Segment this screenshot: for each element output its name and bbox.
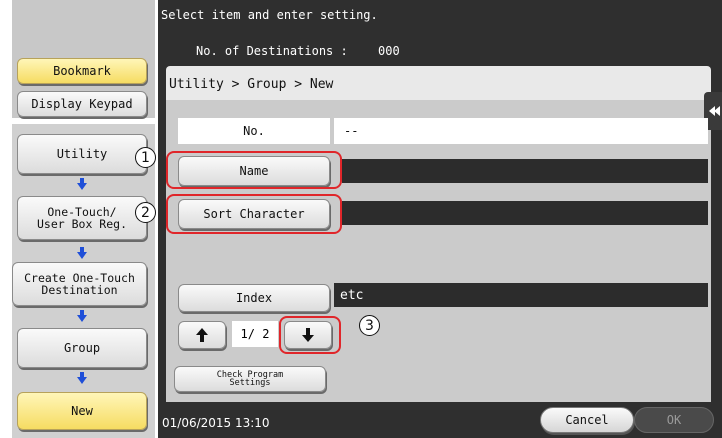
breadcrumb: Utility > Group > New [169,77,334,92]
datetime: 01/06/2015 13:10 [162,416,270,430]
page-up-button[interactable] [178,321,226,349]
arrow-down-icon [77,247,87,259]
step-one-touch-user-box-button[interactable]: One-Touch/ User Box Reg. [17,196,147,240]
no-value: -- [334,118,708,144]
arrow-up-icon [196,328,208,342]
name-field[interactable] [342,159,708,183]
callout-1: 1 [135,147,156,168]
instruction-text: Select item and enter setting. [161,8,378,22]
destinations-label: No. of Destinations : [196,44,348,58]
ok-button[interactable]: OK [634,407,714,433]
check-program-settings-button[interactable]: Check Program Settings [174,366,326,392]
arrow-down-icon [77,310,87,322]
callout-3: 3 [359,315,380,336]
name-highlight [166,151,342,189]
arrow-down-icon [77,178,87,190]
step-group-button[interactable]: Group [17,328,147,368]
page-indicator: 1/ 2 [232,321,278,347]
cancel-button[interactable]: Cancel [540,407,634,433]
page-down-highlight [279,316,341,354]
index-button[interactable]: Index [178,284,330,312]
no-label: No. [178,118,330,144]
form-panel [166,100,711,402]
step-create-destination-button[interactable]: Create One-Touch Destination [12,262,147,306]
destinations-count: 000 [378,44,400,58]
bookmark-button[interactable]: Bookmark [17,58,147,84]
arrow-down-icon [77,372,87,384]
index-field[interactable]: etc [334,283,708,307]
sort-character-field[interactable] [342,201,708,225]
sort-character-highlight [166,194,342,234]
callout-2: 2 [135,202,156,223]
display-keypad-button[interactable]: Display Keypad [17,91,147,117]
step-utility-button[interactable]: Utility [17,134,147,174]
step-new-button[interactable]: New [17,392,147,430]
